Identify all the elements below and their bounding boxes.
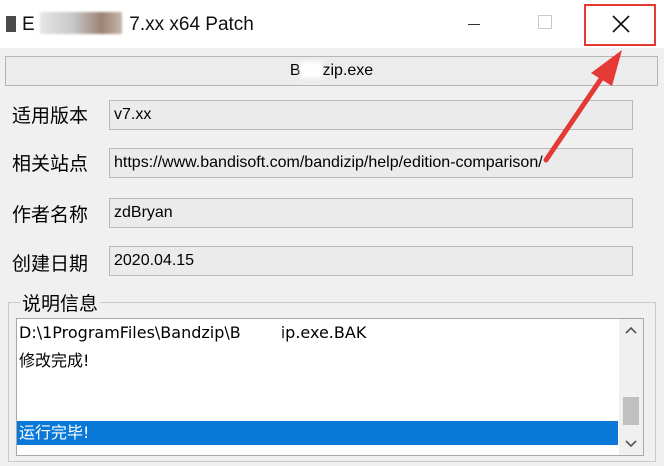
output-line-finished[interactable]: 运行完毕!: [17, 421, 618, 445]
window-title: E 7.xx x64 Patch: [22, 12, 254, 36]
info-group-title: 说明信息: [20, 289, 101, 316]
file-name-prefix: B: [289, 62, 301, 79]
date-field[interactable]: 2020.04.15: [109, 246, 633, 276]
site-label: 相关站点: [12, 153, 89, 175]
close-icon: [612, 15, 630, 33]
redacted-title-segment: [39, 12, 122, 34]
output-line-path: D:\1ProgramFiles\Bandzip\B ip.exe.BAK: [19, 323, 366, 342]
chevron-down-icon: [625, 440, 637, 448]
scroll-thumb[interactable]: [623, 397, 639, 425]
scroll-up-button[interactable]: [619, 319, 643, 341]
path-suffix: ip.exe.BAK: [280, 323, 367, 342]
maximize-button[interactable]: [518, 0, 574, 48]
author-field[interactable]: zdBryan: [109, 198, 633, 228]
author-label: 作者名称: [12, 204, 89, 226]
version-label: 适用版本: [12, 105, 89, 127]
target-file-display: Bzip.exe: [5, 56, 658, 86]
chevron-up-icon: [625, 326, 637, 334]
date-label: 创建日期: [12, 253, 89, 275]
file-name-suffix: zip.exe: [322, 62, 374, 79]
info-output[interactable]: D:\1ProgramFiles\Bandzip\B ip.exe.BAK 修改完…: [16, 318, 644, 456]
title-prefix: E: [22, 14, 35, 35]
close-button[interactable]: [584, 4, 656, 46]
app-icon: [6, 16, 16, 32]
version-field[interactable]: v7.xx: [109, 100, 633, 130]
site-field[interactable]: https://www.bandisoft.com/bandizip/help/…: [109, 148, 633, 178]
minimize-button[interactable]: [446, 0, 502, 48]
vertical-scrollbar[interactable]: [619, 319, 643, 455]
path-prefix: D:\1ProgramFiles\Bandzip\B: [19, 323, 241, 342]
title-suffix: 7.xx x64 Patch: [129, 14, 254, 35]
redacted-path-segment: [240, 326, 281, 340]
output-line-modified: 修改完成!: [19, 351, 90, 370]
scroll-down-button[interactable]: [619, 433, 643, 455]
title-bar: E 7.xx x64 Patch: [0, 0, 664, 48]
redacted-file-segment: [300, 62, 323, 78]
